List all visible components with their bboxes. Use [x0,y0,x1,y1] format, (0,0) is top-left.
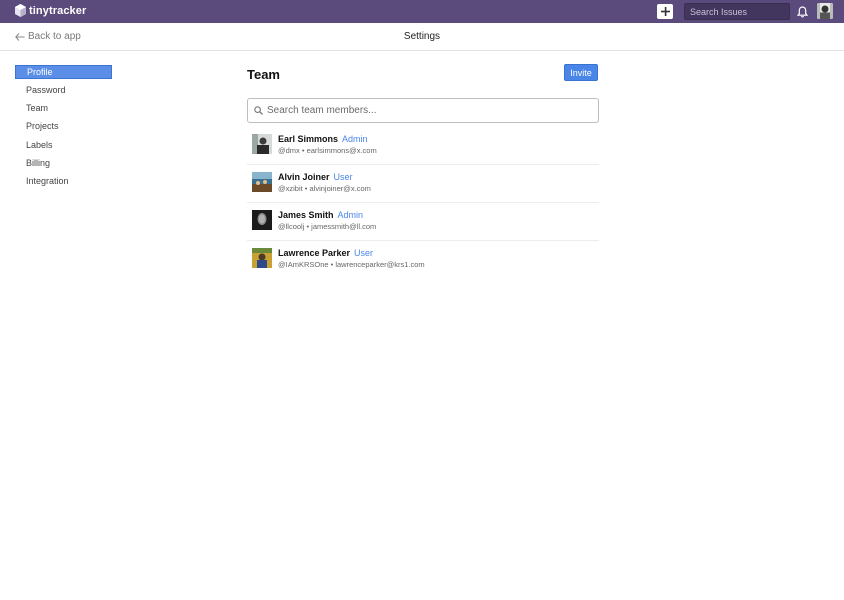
bell-icon [796,6,809,18]
member-name: James Smith Admin [278,210,364,220]
member-contact: @IAmKRSOne • lawrenceparker@krs1.com [278,260,425,269]
search-icon [254,106,263,115]
cube-icon [15,4,26,17]
notifications-button[interactable] [796,5,809,23]
invite-button[interactable]: Invite [564,64,598,81]
team-member-row[interactable]: Alvin Joiner User @xzibit • alvinjoiner@x… [247,165,599,203]
team-member-row[interactable]: Lawrence Parker User @IAmKRSOne • lawrenc… [247,241,599,279]
sidebar-item-team[interactable]: Team [15,101,112,119]
member-avatar [252,172,272,192]
sidebar-item-labels[interactable]: Labels [15,138,112,156]
member-role: User [333,172,353,182]
member-avatar [252,134,272,154]
member-name: Alvin Joiner User [278,172,353,182]
member-contact: @dmx • earlsimmons@x.com [278,146,377,155]
member-name: Lawrence Parker User [278,248,374,258]
team-member-list: Earl Simmons Admin @dmx • earlsimmons@x.c… [247,127,599,279]
new-issue-button[interactable] [657,4,673,19]
top-bar: tinytracker Search Issues [0,0,844,23]
section-title: Team [247,67,280,82]
app-name: tinytracker [29,4,87,17]
app-logo[interactable]: tinytracker [15,4,86,17]
page-title: Settings [403,31,441,42]
member-role: User [354,248,374,258]
member-contact: @xzibit • alvinjoiner@x.com [278,184,371,193]
sidebar-item-projects[interactable]: Projects [15,119,112,137]
member-avatar [252,248,272,268]
team-search-input[interactable] [267,105,587,116]
member-name: Earl Simmons Admin [278,134,368,144]
settings-sidebar: Profile Password Team Projects Labels Bi… [15,65,112,192]
team-member-row[interactable]: James Smith Admin @llcoolj • jamessmith@l… [247,203,599,241]
plus-icon [660,7,670,16]
sidebar-item-password[interactable]: Password [15,83,112,101]
search-issues-input[interactable]: Search Issues [684,3,790,20]
member-role: Admin [342,134,368,144]
user-avatar[interactable] [817,3,833,19]
sidebar-item-profile[interactable]: Profile [15,65,112,79]
sidebar-item-integration[interactable]: Integration [15,174,112,192]
team-search[interactable] [247,98,599,123]
settings-header: Back to app Settings [0,23,844,51]
member-avatar [252,210,272,230]
team-member-row[interactable]: Earl Simmons Admin @dmx • earlsimmons@x.c… [247,127,599,165]
sidebar-item-billing[interactable]: Billing [15,156,112,174]
member-role: Admin [337,210,364,220]
member-contact: @llcoolj • jamessmith@ll.com [278,222,377,231]
